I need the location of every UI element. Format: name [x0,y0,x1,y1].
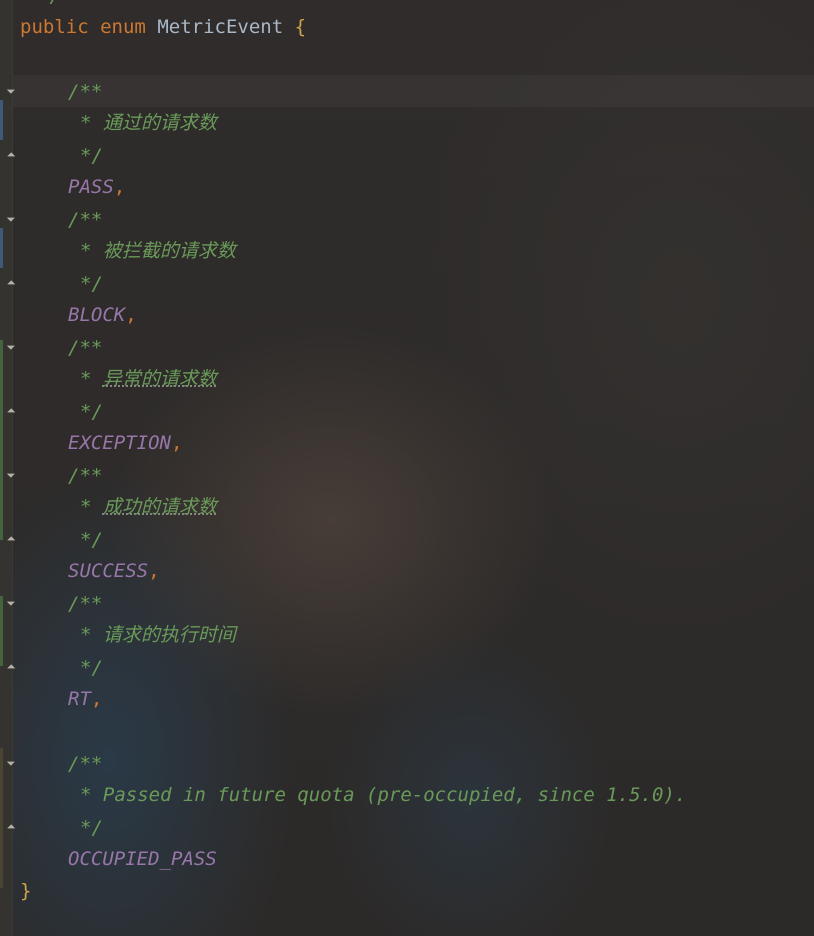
doc-comment-line: * 成功的请求数 [80,491,217,523]
doc-comment-text: 被拦截的请求数 [102,240,236,262]
fold-end-icon[interactable]: ⏶ [5,533,17,545]
enum-declaration-line: public enum MetricEvent { [20,11,306,43]
doc-comment-open: /** [68,81,103,103]
separator: , [113,176,126,198]
enum-constant: EXCEPTION [68,432,171,454]
separator: , [170,432,183,454]
enum-constant-line: SUCCESS, [68,555,160,587]
fold-start-icon[interactable]: ⏷ [5,758,17,770]
doc-bullet: * [80,112,92,134]
doc-comment-text: 异常的请求数 [102,368,217,390]
close-brace: } [20,880,32,902]
doc-comment-line: * Passed in future quota (pre-occupied, … [80,779,686,811]
doc-comment-text: 成功的请求数 [102,496,217,518]
doc-comment-open: /** [68,337,103,359]
doc-comment-close: */ [80,529,103,551]
enum-constant-line: EXCEPTION, [68,427,182,459]
comment-end-fragment: */ [38,0,61,7]
enum-constant-line: PASS, [68,171,125,203]
doc-comment-close: */ [80,817,103,839]
doc-comment-open: /** [68,753,103,775]
fold-end-icon[interactable]: ⏶ [5,277,17,289]
enum-constant: PASS [68,176,114,198]
enum-keyword: enum [100,16,146,38]
change-marker [0,596,3,666]
doc-comment-text: 请求的执行时间 [102,624,236,646]
doc-bullet: * [80,784,92,806]
doc-bullet: * [80,496,92,518]
doc-comment-close: */ [80,401,103,423]
enum-name: MetricEvent [157,16,284,38]
fold-start-icon[interactable]: ⏷ [5,598,17,610]
fold-end-icon[interactable]: ⏶ [5,661,17,673]
current-line-highlight [13,75,814,107]
fold-start-icon[interactable]: ⏷ [5,342,17,354]
fold-start-icon[interactable]: ⏷ [5,86,17,98]
doc-comment-close: */ [80,657,103,679]
doc-comment-text: Passed in future quota (pre-occupied, si… [102,784,687,806]
doc-bullet: * [80,240,92,262]
doc-comment-line: * 被拦截的请求数 [80,235,236,267]
change-marker [0,228,3,268]
doc-comment-close: */ [80,273,103,295]
fold-start-icon[interactable]: ⏷ [5,214,17,226]
change-marker [0,340,3,540]
separator: , [148,560,160,582]
doc-bullet: * [80,368,92,390]
fold-end-icon[interactable]: ⏶ [5,149,17,161]
enum-constant-line: OCCUPIED_PASS [68,843,217,875]
fold-start-icon[interactable]: ⏷ [5,470,17,482]
enum-constant-line: BLOCK, [68,299,137,331]
editor-gutter[interactable] [0,0,13,936]
doc-comment-line: * 请求的执行时间 [80,619,236,651]
doc-comment-close: */ [80,145,103,167]
change-marker [0,100,3,140]
open-brace: { [294,16,307,38]
doc-comment-line: * 通过的请求数 [80,107,217,139]
doc-comment-open: /** [68,465,103,487]
doc-comment-open: /** [68,593,103,615]
fold-end-icon[interactable]: ⏶ [5,405,17,417]
modifier-keyword: public [20,16,89,38]
separator: , [90,688,103,710]
enum-constant-line: RT, [68,683,102,715]
enum-constant: RT [68,688,91,710]
enum-constant: SUCCESS [68,560,149,582]
separator: , [125,304,137,326]
doc-comment-line: * 异常的请求数 [80,363,217,395]
enum-constant: OCCUPIED_PASS [68,848,217,870]
doc-bullet: * [80,624,92,646]
enum-constant: BLOCK [68,304,126,326]
change-marker [0,748,3,888]
doc-comment-open: /** [68,209,103,231]
doc-comment-text: 通过的请求数 [102,112,217,134]
fold-end-icon[interactable]: ⏶ [5,821,17,833]
